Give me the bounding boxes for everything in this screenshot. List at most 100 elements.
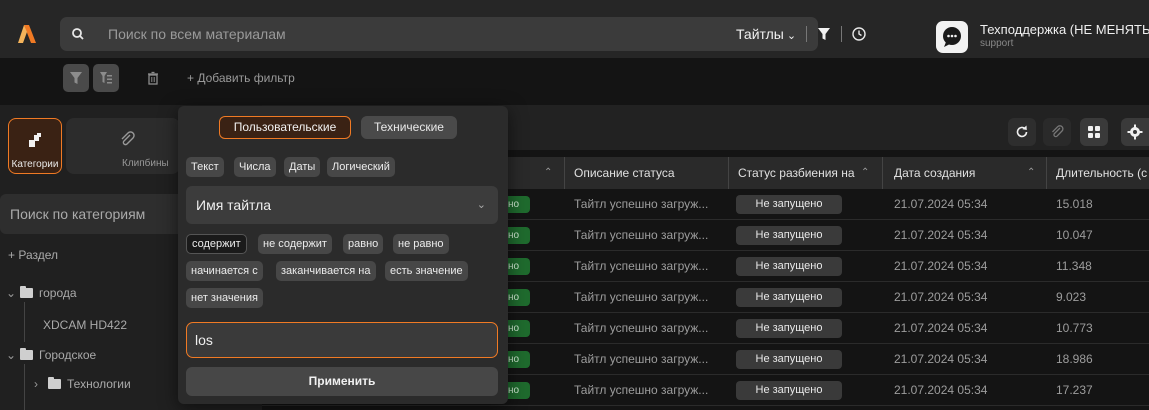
apply-filter-button[interactable]: Применить [186,367,498,396]
app-logo-icon[interactable] [16,23,38,45]
gear-icon [1127,124,1143,140]
tab-technical-fields[interactable]: Технические [361,116,457,139]
operator-equals-chip[interactable]: равно [343,234,384,254]
created-date: 21.07.2024 05:34 [894,321,988,335]
grid-icon [1088,126,1100,138]
status-description: Тайтл успешно загруж... [574,259,709,273]
global-search-input[interactable] [108,17,658,51]
tree-item-goroda[interactable]: ⌄ города [6,286,77,300]
split-status-badge: Не запущено [736,350,842,369]
split-status-badge: Не запущено [736,195,842,214]
filter-popover [178,106,508,404]
status-badge: но [506,382,530,399]
search-scope-label: Тайтлы [736,26,784,42]
status-description: Тайтл успешно загруж... [574,197,709,211]
clipbins-tab-label: Клипбины [122,158,169,169]
column-header-duration[interactable]: Длительность (с [1056,157,1149,189]
split-status-badge: Не запущено [736,288,842,307]
refresh-button[interactable] [1008,118,1036,146]
tree-item-label: XDCAM HD422 [43,318,128,332]
split-status-badge: Не запущено [736,257,842,276]
field-select[interactable]: Имя тайтла ⌄ [186,186,498,224]
sort-caret-icon[interactable]: ⌃ [1027,157,1035,189]
tree-item-xdcam[interactable]: XDCAM HD422 [43,318,127,332]
column-divider [1046,157,1047,189]
type-numbers-chip[interactable]: Числа [234,157,276,177]
created-date: 21.07.2024 05:34 [894,290,988,304]
column-divider [564,157,565,189]
tree-guide [24,302,25,342]
global-search: Тайтлы⌄ [60,17,866,51]
search-scope-select[interactable]: Тайтлы ⌄ [736,17,796,51]
duration: 18.986 [1056,352,1093,366]
status-badge: но [506,227,530,244]
categories-tab-button[interactable]: Категории [8,118,62,174]
chevron-down-icon[interactable]: ⌄ [6,286,20,300]
categories-icon [29,133,41,147]
type-dates-chip[interactable]: Даты [284,157,321,177]
categories-tab-label: Категории [11,159,59,170]
top-bar: Тайтлы⌄ Техподдержка (НЕ МЕНЯТЬ) support [0,0,1149,58]
support-user-name[interactable]: Техподдержка (НЕ МЕНЯТЬ) [980,22,1149,37]
chevron-down-icon: ⌄ [786,30,797,42]
duration: 11.348 [1056,259,1092,273]
filter-funnel-button[interactable] [63,64,89,92]
duration: 9.023 [1056,290,1087,304]
column-header-split-status[interactable]: Статус разбиения на ... [738,157,856,189]
operator-ends-with-chip[interactable]: заканчивается на [276,261,376,281]
status-description: Тайтл успешно загруж... [574,228,709,242]
category-search [0,194,190,234]
operator-starts-with-chip[interactable]: начинается с [186,261,263,281]
category-search-input[interactable] [0,194,190,234]
add-filter-link[interactable]: + Добавить фильтр [187,71,295,85]
chevron-down-icon: ⌄ [476,199,486,211]
tree-item-gorodskoe[interactable]: ⌄ Городское [6,348,96,362]
tab-user-fields[interactable]: Пользовательские [219,116,351,139]
add-section-button[interactable]: + Раздел [8,248,58,262]
history-clock-icon[interactable] [851,26,867,42]
settings-button[interactable] [1121,118,1149,146]
trash-icon [148,71,158,85]
created-date: 21.07.2024 05:34 [894,197,988,211]
type-text-chip[interactable]: Текст [186,157,224,177]
created-date: 21.07.2024 05:34 [894,228,988,242]
sort-caret-icon[interactable]: ⌃ [544,157,552,189]
type-boolean-chip[interactable]: Логический [327,157,395,177]
chat-bubble-icon [943,27,961,47]
search-icon[interactable] [68,24,88,44]
support-avatar[interactable] [936,21,968,53]
filter-value-input[interactable] [187,323,497,357]
operator-not-contains-chip[interactable]: не содержит [258,234,332,254]
column-header-status-description[interactable]: Описание статуса [574,157,724,189]
sort-caret-icon[interactable]: ⌃ [861,157,869,189]
refresh-icon [1016,125,1028,138]
chevron-right-icon[interactable]: › [34,377,48,391]
created-date: 21.07.2024 05:34 [894,383,988,397]
column-divider [728,157,729,189]
paperclip-icon [121,131,135,146]
operator-not-equals-chip[interactable]: не равно [393,234,449,254]
status-badge: но [506,196,530,213]
status-description: Тайтл успешно загруж... [574,290,709,304]
tree-item-label: Городское [39,348,97,362]
operator-no-value-chip[interactable]: нет значения [186,288,263,308]
clipbins-tab-button[interactable]: Клипбины [66,118,180,174]
filter-tree-button[interactable] [93,64,119,92]
chevron-down-icon[interactable]: ⌄ [6,348,20,362]
tree-item-label: Технологии [67,377,131,391]
operator-has-value-chip[interactable]: есть значение [385,261,468,281]
tree-item-label: города [39,286,77,300]
filter-icon[interactable] [816,26,832,42]
operator-contains-chip[interactable]: содержит [186,234,247,254]
column-header-created[interactable]: Дата создания [894,157,1004,189]
status-description: Тайтл успешно загруж... [574,383,709,397]
grid-view-button[interactable] [1080,118,1108,146]
column-divider [882,157,883,189]
tree-item-tehnologii[interactable]: › Технологии [34,377,131,391]
clear-filters-button[interactable] [140,64,166,92]
split-status-badge: Не запущено [736,381,842,400]
tree-guide [24,364,25,410]
duration: 10.047 [1056,228,1093,242]
paperclip-icon [1052,125,1064,138]
link-button[interactable] [1043,118,1071,146]
